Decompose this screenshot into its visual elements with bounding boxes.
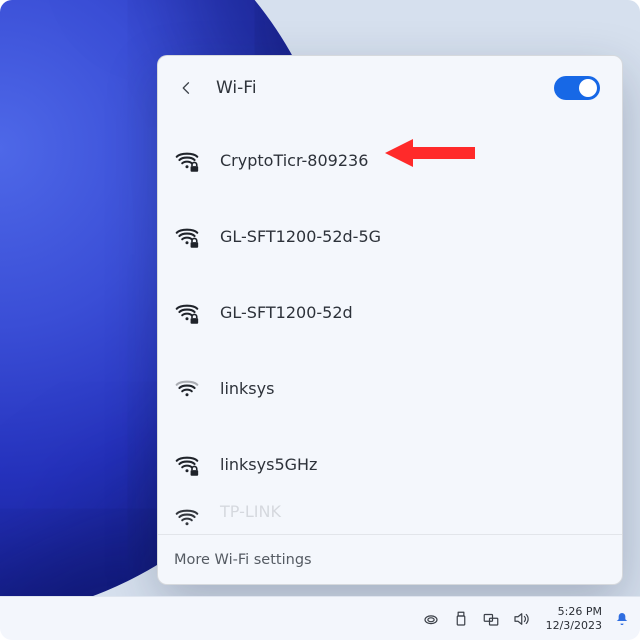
- wifi-panel-title: Wi-Fi: [216, 78, 540, 98]
- taskbar-clock[interactable]: 5:26 PM 12/3/2023: [538, 605, 606, 633]
- tray-usb-icon[interactable]: [448, 606, 474, 632]
- wifi-flyout-panel: Wi-Fi CryptoTicr-809236 GL-SFT1200-52d-5…: [157, 55, 623, 585]
- taskbar-time: 5:26 PM: [558, 605, 602, 619]
- taskbar-date: 12/3/2023: [546, 619, 602, 633]
- tray-volume-icon[interactable]: [508, 606, 534, 632]
- wifi-network-item[interactable]: CryptoTicr-809236: [158, 122, 622, 198]
- wifi-network-item[interactable]: GL-SFT1200-52d: [158, 274, 622, 350]
- taskbar: 5:26 PM 12/3/2023: [0, 596, 640, 640]
- wifi-secured-icon: [172, 145, 202, 175]
- wifi-network-name: TP-LINK: [220, 502, 281, 521]
- wifi-secured-icon: [172, 297, 202, 327]
- wifi-network-name: CryptoTicr-809236: [220, 151, 368, 170]
- wifi-flyout-header: Wi-Fi: [158, 56, 622, 120]
- wifi-network-item-partial[interactable]: TP-LINK: [158, 502, 622, 534]
- tray-cloud-sync-icon[interactable]: [418, 606, 444, 632]
- arrow-left-icon: [178, 79, 196, 97]
- wifi-network-name: linksys5GHz: [220, 455, 317, 474]
- wifi-open-icon: [172, 373, 202, 403]
- wifi-secured-icon: [172, 221, 202, 251]
- system-tray: 5:26 PM 12/3/2023: [418, 605, 634, 633]
- wifi-network-item[interactable]: linksys5GHz: [158, 426, 622, 502]
- more-wifi-settings-label: More Wi-Fi settings: [174, 552, 312, 568]
- wifi-toggle[interactable]: [554, 76, 600, 100]
- wifi-network-item[interactable]: linksys: [158, 350, 622, 426]
- wifi-network-name: GL-SFT1200-52d: [220, 303, 353, 322]
- tray-network-icon[interactable]: [478, 606, 504, 632]
- back-button[interactable]: [172, 73, 202, 103]
- notifications-button[interactable]: [610, 606, 634, 632]
- wifi-network-name: linksys: [220, 379, 274, 398]
- wifi-network-name: GL-SFT1200-52d-5G: [220, 227, 381, 246]
- wifi-secured-icon: [172, 502, 202, 532]
- bell-icon: [614, 611, 630, 627]
- wifi-network-item[interactable]: GL-SFT1200-52d-5G: [158, 198, 622, 274]
- more-wifi-settings-link[interactable]: More Wi-Fi settings: [158, 534, 622, 584]
- wifi-secured-icon: [172, 449, 202, 479]
- wifi-network-list: CryptoTicr-809236 GL-SFT1200-52d-5G GL-S…: [158, 120, 622, 534]
